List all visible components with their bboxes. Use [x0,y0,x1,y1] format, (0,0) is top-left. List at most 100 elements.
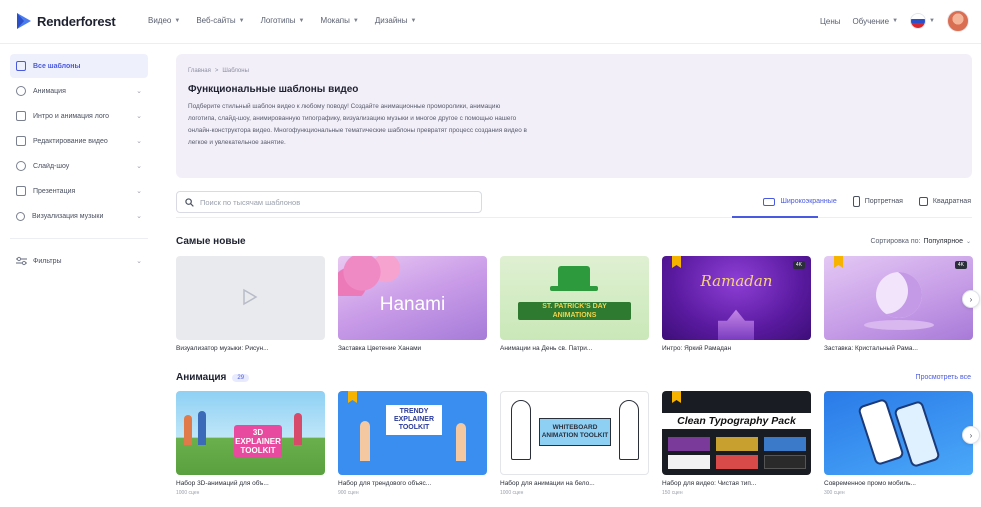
sidebar-item-video-editing[interactable]: Редактирование видео ⌄ [10,129,148,153]
template-card[interactable]: ST. PATRICK'S DAY ANIMATIONS Анимации на… [500,256,649,352]
chevron-down-icon: ⌄ [136,258,142,265]
resolution-badge: 4K [954,261,967,269]
chevron-down-icon: ▼ [929,18,935,24]
character-decor [456,423,466,461]
nav-label: Мокапы [320,16,350,25]
template-card[interactable]: 3D EXPLAINER TOOLKIT Набор 3D-анимаций д… [176,391,325,496]
square-icon [918,197,928,206]
tile-decor [716,437,758,451]
language-selector[interactable]: ▼ [910,13,935,29]
tab-portrait[interactable]: Портретная [852,196,903,207]
nav-item-websites[interactable]: Веб-сайты ▼ [196,16,244,25]
widescreen-icon [763,197,776,206]
search-input[interactable] [200,197,470,207]
chevron-down-icon: ⌄ [136,163,142,170]
template-scene-count: 1000 сцен [176,490,200,496]
video-edit-icon [16,136,26,146]
template-card[interactable]: Современное промо мобиль... 300 сцен [824,391,973,496]
pedestal-decor [864,320,934,330]
pricing-link[interactable]: Цены [820,17,841,26]
nav-item-designs[interactable]: Дизайны ▼ [375,16,417,25]
sketch-character-decor [619,400,639,460]
sidebar-item-all-templates[interactable]: Все шаблоны [10,54,148,78]
tabs-divider [176,217,972,218]
template-title: Интро: Яркий Рамадан [662,345,732,352]
chevron-down-icon: ▼ [352,17,359,24]
template-card[interactable]: TRENDY EXPLAINER TOOLKIT Набор для тренд… [338,391,487,496]
intro-icon [16,111,26,121]
template-thumbnail: TRENDY EXPLAINER TOOLKIT [338,391,487,475]
template-scene-count: 150 сцен [662,490,683,496]
carousel-next-button[interactable]: › [962,426,980,444]
template-scene-count: 300 сцен [824,490,845,496]
thumbnail-text: ST. PATRICK'S DAY ANIMATIONS [518,302,631,320]
learning-label: Обучение [852,16,890,26]
cherry-blossom-decor [338,256,418,296]
nav-item-video[interactable]: Видео ▼ [148,16,180,25]
nav-item-logos[interactable]: Логотипы ▼ [261,16,305,25]
carousel-next-button[interactable]: › [962,290,980,308]
tab-square[interactable]: Квадратная [918,196,971,207]
animation-icon [16,86,26,96]
tab-label: Квадратная [932,198,971,205]
sidebar-item-music-visualization[interactable]: Визуализация музыки ⌄ [10,204,148,228]
presentation-icon [16,186,26,196]
template-thumbnail [824,391,973,475]
template-card[interactable]: Визуализатор музыки: Рисун... [176,256,325,352]
section-title-newest: Самые новые [176,236,246,247]
sidebar-item-label: Интро и анимация лого [33,112,110,120]
section-title-text: Самые новые [176,236,246,247]
section-title-text: Анимация [176,372,227,383]
search-box[interactable] [176,191,482,213]
nav-item-mockups[interactable]: Мокапы ▼ [320,16,358,25]
play-icon [243,288,258,306]
chevron-down-icon: ⌄ [136,138,142,145]
count-badge: 29 [232,373,250,382]
sidebar-item-animation[interactable]: Анимация ⌄ [10,79,148,103]
main-nav: Видео ▼ Веб-сайты ▼ Логотипы ▼ Мокапы ▼ Диза… [148,16,416,25]
sort-label: Сортировка по: [870,238,921,245]
sidebar-item-label: Визуализация музыки [32,212,104,220]
premium-badge-icon [348,391,357,403]
brand-logo[interactable]: Renderforest [16,12,116,30]
search-icon [185,197,194,207]
template-title: Набор для анимации на бело... [500,480,595,487]
template-title: Набор для видео: Чистая тип... [662,480,757,487]
newest-cards: Визуализатор музыки: Рисун... Hanami Зас… [176,256,973,352]
portrait-icon [852,196,860,207]
chevron-down-icon: ▼ [298,17,305,24]
tile-decor [764,455,806,469]
tile-decor [764,437,806,451]
sort-dropdown[interactable]: Сортировка по: Популярное ⌄ [870,238,971,245]
slideshow-icon [16,161,26,171]
user-avatar[interactable] [947,10,969,32]
breadcrumb-current: Шаблоны [222,68,249,74]
thumbnail-text: Hanami [379,294,446,315]
template-card[interactable]: Hanami Заставка Цветение Ханами [338,256,487,352]
nav-label: Видео [148,16,172,25]
sidebar-item-filters[interactable]: Фильтры ⌄ [10,249,148,273]
template-card[interactable]: 4K Ramadan Интро: Яркий Рамадан [662,256,811,352]
learning-menu[interactable]: Обучение ▼ [853,17,899,26]
see-all-link[interactable]: Просмотреть все [916,374,971,381]
sidebar-item-presentation[interactable]: Презентация ⌄ [10,179,148,203]
tab-label: Широкоэкранные [780,198,837,205]
orientation-tabs: Широкоэкранные Портретная Квадратная [763,196,971,207]
character-decor [198,411,206,445]
chevron-down-icon: ⌄ [136,213,142,220]
nav-label: Логотипы [260,16,296,25]
template-card[interactable]: Clean Typography Pack Набор для видео: Ч… [662,391,811,496]
breadcrumb-home[interactable]: Главная [188,68,211,74]
sidebar-item-slideshow[interactable]: Слайд-шоу ⌄ [10,154,148,178]
template-card[interactable]: WHITEBOARD ANIMATION TOOLKIT Набор для а… [500,391,649,496]
sort-value: Популярное [923,238,963,245]
tab-widescreen[interactable]: Широкоэкранные [763,196,837,207]
template-thumbnail: Clean Typography Pack [662,391,811,475]
premium-badge-icon [672,391,681,403]
resolution-badge: 4K [792,261,805,269]
sidebar-item-intro-logo[interactable]: Интро и анимация лого ⌄ [10,104,148,128]
tab-label: Портретная [864,198,903,205]
template-card[interactable]: 4K Заставка: Кристальный Рама... [824,256,973,352]
chevron-down-icon: ⌄ [136,188,142,195]
sidebar-item-label: Анимация [33,87,66,95]
